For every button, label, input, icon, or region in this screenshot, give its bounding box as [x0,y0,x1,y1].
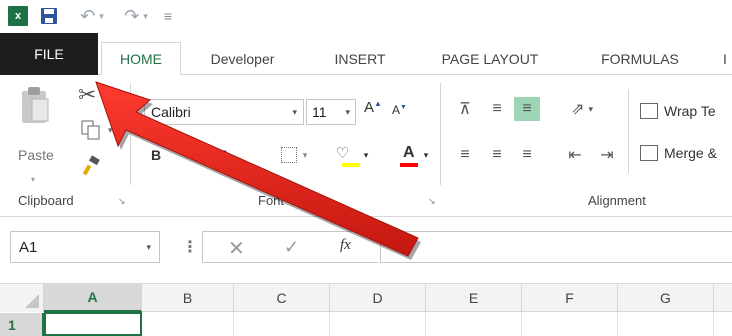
italic-button[interactable]: I [180,143,200,167]
wrap-text-button[interactable]: Wrap Te [640,99,732,123]
clipboard-launcher-icon[interactable]: ↘ [118,196,128,206]
font-launcher-icon[interactable]: ↘ [428,196,438,206]
column-header-f[interactable]: F [522,284,618,312]
tab-file[interactable]: FILE [0,33,98,75]
fill-bucket-icon: ♡ [336,144,362,167]
wrap-text-label: Wrap Te [664,103,716,119]
paste-icon [22,87,49,123]
column-header-e[interactable]: E [426,284,522,312]
select-all-icon [25,294,39,308]
decrease-indent-icon[interactable]: ⇤ [562,143,588,167]
format-painter-icon[interactable] [80,155,102,177]
separator [628,89,629,173]
save-icon[interactable] [40,5,58,27]
cell-d1[interactable] [330,313,426,336]
column-header-b[interactable]: B [142,284,234,312]
decrease-font-size-icon[interactable]: A▼ [392,103,407,117]
paste-button[interactable]: Paste ▾ [14,85,64,184]
bold-button[interactable]: B [146,143,166,167]
insert-function-icon[interactable]: fx [340,237,351,254]
undo-icon[interactable]: ↶ ▾ [74,5,110,27]
wrap-text-icon [640,103,658,119]
orientation-icon[interactable]: ⇗ ▾ [560,97,604,121]
cell-g1[interactable] [618,313,714,336]
borders-button[interactable]: ▾ [272,143,316,167]
align-left-icon[interactable]: ≡ [452,143,478,167]
tab-formulas[interactable]: FORMULAS [580,43,700,75]
tab-developer[interactable]: Developer [190,43,295,75]
ribbon-tabs: FILE HOME Developer INSERT PAGE LAYOUT F… [0,33,732,76]
tab-data-partial[interactable]: I [715,43,732,75]
chevron-down-icon: ▾ [292,107,297,117]
font-name-dropdown[interactable]: Calibri ▾ [144,99,304,125]
tab-page-layout[interactable]: PAGE LAYOUT [420,43,560,75]
increase-indent-icon[interactable]: ⇥ [594,143,620,167]
formula-bar: A1 ▾ ⋮ ✕ ✓ fx [0,217,732,279]
customize-qat-icon[interactable]: ≡ [158,5,178,27]
ribbon-home: Paste ▾ ✂ ▾ Clipboard ↘ Calibri ▾ 11 ▾ A… [0,75,732,217]
column-header-g[interactable]: G [618,284,714,312]
quick-access-toolbar: x ↶ ▾ ↷ ▾ ≡ [0,0,732,33]
cell-b1[interactable] [142,313,234,336]
cell-c1[interactable] [234,313,330,336]
merge-icon [640,145,658,161]
merge-label: Merge & [664,145,717,161]
bottom-align-icon[interactable]: ≡ [514,97,540,121]
fill-color-button[interactable]: ♡ ▾ [330,143,374,167]
separator [440,83,441,185]
column-header-c[interactable]: C [234,284,330,312]
font-color-button[interactable]: A ▾ [390,143,434,167]
cell-e1[interactable] [426,313,522,336]
cell-f1[interactable] [522,313,618,336]
formula-bar-resize-handle[interactable]: ⋮ [182,237,198,257]
row-header-1[interactable]: 1 [0,313,44,336]
cut-icon[interactable]: ✂ [78,83,102,107]
select-all-button[interactable] [0,284,44,312]
worksheet-grid: A B C D E F G 1 [0,279,732,336]
font-group-label: Font [258,193,285,208]
font-color-icon: A [396,144,422,167]
excel-logo-icon[interactable]: x [8,6,28,26]
column-header-d[interactable]: D [330,284,426,312]
name-box[interactable]: A1 ▾ [10,231,160,263]
column-header-row: A B C D E F G [0,283,732,312]
copy-dropdown-icon[interactable]: ▾ [108,125,113,136]
cancel-icon[interactable]: ✕ [228,236,245,261]
cell-a1-selected[interactable] [44,312,142,336]
middle-align-icon[interactable]: ≡ [484,97,510,121]
name-box-value: A1 [19,239,38,256]
borders-icon [280,147,297,163]
merge-center-button[interactable]: Merge & [640,141,732,165]
font-size-dropdown[interactable]: 11 ▾ [306,99,356,125]
clipboard-group-label: Clipboard [18,193,74,208]
paste-label: Paste [18,147,54,163]
align-right-icon[interactable]: ≡ [514,143,540,167]
enter-check-icon[interactable]: ✓ [284,237,299,258]
underline-button[interactable]: U [210,143,234,167]
chevron-down-icon: ▾ [345,107,350,117]
font-name-value: Calibri [151,104,191,120]
separator [130,83,131,185]
copy-icon[interactable] [80,119,102,141]
paste-dropdown-icon[interactable]: ▾ [31,175,35,184]
formula-input[interactable] [380,231,732,263]
font-size-value: 11 [312,104,327,120]
alignment-group-label: Alignment [588,193,646,208]
align-center-icon[interactable]: ≡ [484,143,510,167]
chevron-down-icon: ▾ [146,242,151,252]
redo-icon[interactable]: ↷ ▾ [118,5,154,27]
increase-font-size-icon[interactable]: A▲ [364,99,382,116]
tab-home[interactable]: HOME [101,42,181,76]
top-align-icon[interactable]: ⊼ [452,97,478,121]
column-header-a[interactable]: A [44,284,142,312]
tab-insert[interactable]: INSERT [320,43,400,75]
